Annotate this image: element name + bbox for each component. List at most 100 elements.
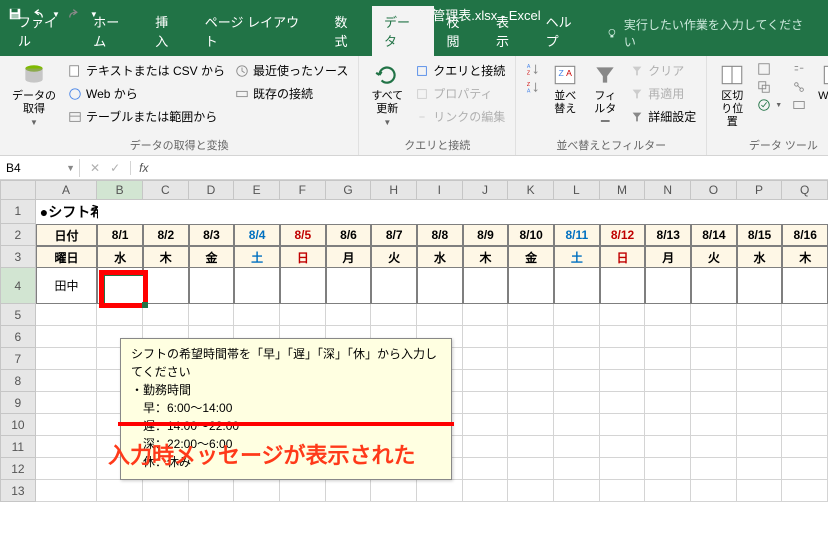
row-header[interactable]: 3 [0,246,36,268]
cell[interactable]: 8/13 [645,224,691,246]
cell[interactable] [554,200,600,224]
cell[interactable] [645,348,691,370]
data-validation-button[interactable]: ▼ [757,96,782,114]
cell[interactable] [280,200,326,224]
cell[interactable] [554,392,600,414]
cell[interactable]: 土 [234,246,280,268]
cell[interactable] [417,304,463,326]
row-header[interactable]: 9 [0,392,36,414]
reapply-button[interactable]: 再適用 [630,83,696,104]
cell[interactable] [143,268,189,304]
cell[interactable] [554,436,600,458]
cell[interactable] [600,348,646,370]
col-header[interactable]: A [36,180,98,200]
col-header[interactable]: L [554,180,600,200]
what-if-button[interactable]: ? What-I [816,60,828,118]
tab-view[interactable]: 表示 [484,6,534,56]
clear-filter-button[interactable]: クリア [630,60,696,81]
cell[interactable] [645,414,691,436]
col-header[interactable]: M [600,180,646,200]
cell[interactable] [691,268,737,304]
cell[interactable] [645,458,691,480]
cell[interactable] [189,268,235,304]
cell[interactable] [691,436,737,458]
cell[interactable]: 土 [554,246,600,268]
col-header[interactable]: B [97,180,143,200]
cell[interactable] [554,370,600,392]
cell[interactable] [600,458,646,480]
cell[interactable] [600,304,646,326]
cell[interactable]: 木 [463,246,509,268]
col-header[interactable]: D [189,180,235,200]
cell[interactable] [371,480,417,502]
cell[interactable] [600,414,646,436]
cell[interactable] [782,414,828,436]
col-header[interactable]: G [326,180,372,200]
cell[interactable] [234,268,280,304]
row-header[interactable]: 12 [0,458,36,480]
cell[interactable]: 日 [600,246,646,268]
cell[interactable]: 8/4 [234,224,280,246]
cell[interactable] [737,480,783,502]
cancel-icon[interactable]: ✕ [90,161,100,175]
cell[interactable] [97,268,143,304]
cell[interactable] [98,200,144,224]
cell[interactable] [691,326,737,348]
cell[interactable] [691,370,737,392]
row-header[interactable]: 6 [0,326,36,348]
cell[interactable]: 火 [371,246,417,268]
advanced-filter-button[interactable]: 詳細設定 [630,106,696,127]
existing-connections-button[interactable]: 既存の接続 [235,83,348,104]
cell[interactable]: 8/9 [463,224,509,246]
cell[interactable]: 8/11 [554,224,600,246]
cell[interactable] [36,392,98,414]
tell-me-search[interactable]: 実行したい作業を入力してください [596,10,822,56]
tab-data[interactable]: データ [372,6,434,56]
cell[interactable] [463,200,509,224]
consolidate-button[interactable] [792,60,806,78]
cell[interactable]: 日付 [36,224,98,246]
cell[interactable] [782,268,828,304]
cell[interactable] [737,200,783,224]
cell[interactable] [691,348,737,370]
cell[interactable] [600,326,646,348]
col-header[interactable]: P [737,180,783,200]
cell[interactable]: 8/14 [691,224,737,246]
cell[interactable] [782,326,828,348]
tab-help[interactable]: ヘルプ [534,6,596,56]
cell[interactable] [737,348,783,370]
flash-fill-button[interactable] [757,60,782,78]
cell[interactable] [737,458,783,480]
cell[interactable] [554,480,600,502]
cell[interactable] [280,480,326,502]
col-header[interactable]: I [417,180,463,200]
tab-page-layout[interactable]: ページ レイアウト [193,6,323,56]
cell[interactable] [782,370,828,392]
cell[interactable] [554,348,600,370]
cell[interactable] [326,268,372,304]
cell[interactable]: 8/8 [417,224,463,246]
cell[interactable] [509,200,555,224]
cell[interactable] [463,480,509,502]
cell[interactable] [463,414,509,436]
cell[interactable] [782,480,828,502]
cell[interactable] [737,326,783,348]
cell[interactable] [737,392,783,414]
cell[interactable]: 8/5 [280,224,326,246]
cell[interactable] [554,414,600,436]
row-header[interactable]: 7 [0,348,36,370]
tab-file[interactable]: ファイル [6,6,81,56]
cell[interactable] [554,326,600,348]
name-box[interactable]: B4▼ [0,159,80,177]
cell[interactable] [691,458,737,480]
cell[interactable] [280,268,326,304]
cell[interactable]: 8/7 [371,224,417,246]
cell[interactable] [463,326,509,348]
cell[interactable]: 月 [645,246,691,268]
remove-duplicates-button[interactable] [757,78,782,96]
cell[interactable] [782,304,828,326]
col-header[interactable]: J [463,180,509,200]
cell[interactable] [36,370,98,392]
cell[interactable] [737,370,783,392]
cell[interactable] [691,392,737,414]
